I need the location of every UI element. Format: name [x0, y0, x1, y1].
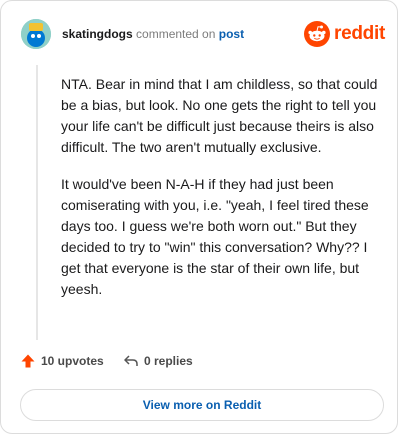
username-link[interactable]: skatingdogs	[62, 27, 133, 41]
comment-header: skatingdogs commented on post reddit	[21, 19, 385, 51]
reply-arrow-icon	[124, 355, 138, 366]
upvote-button[interactable]: 10 upvotes	[20, 353, 104, 369]
reddit-brand[interactable]: reddit	[304, 19, 385, 49]
reply-count: 0 replies	[144, 354, 193, 368]
commented-on-text: commented on	[132, 27, 219, 41]
reddit-wordmark: reddit	[334, 23, 385, 44]
upvote-arrow-icon	[21, 354, 35, 368]
view-more-button[interactable]: View more on Reddit	[20, 389, 384, 421]
comment-paragraph: NTA. Bear in mind that I am childless, s…	[61, 76, 378, 155]
comment-body: NTA. Bear in mind that I am childless, s…	[61, 74, 381, 316]
avatar-image	[21, 19, 51, 49]
comment-meta: skatingdogs commented on post	[62, 27, 244, 41]
reply-button[interactable]: 0 replies	[123, 353, 193, 369]
user-avatar[interactable]	[21, 19, 51, 49]
reddit-logo-icon	[304, 21, 331, 47]
comment-card: skatingdogs commented on post reddit NTA…	[0, 0, 398, 434]
comment-actions: 10 upvotes 0 replies	[20, 353, 380, 375]
comment-paragraph: It would've been N-A-H if they had just …	[61, 176, 369, 297]
upvote-count: 10 upvotes	[41, 354, 104, 368]
post-link[interactable]: post	[219, 27, 244, 41]
thread-line	[36, 65, 38, 340]
